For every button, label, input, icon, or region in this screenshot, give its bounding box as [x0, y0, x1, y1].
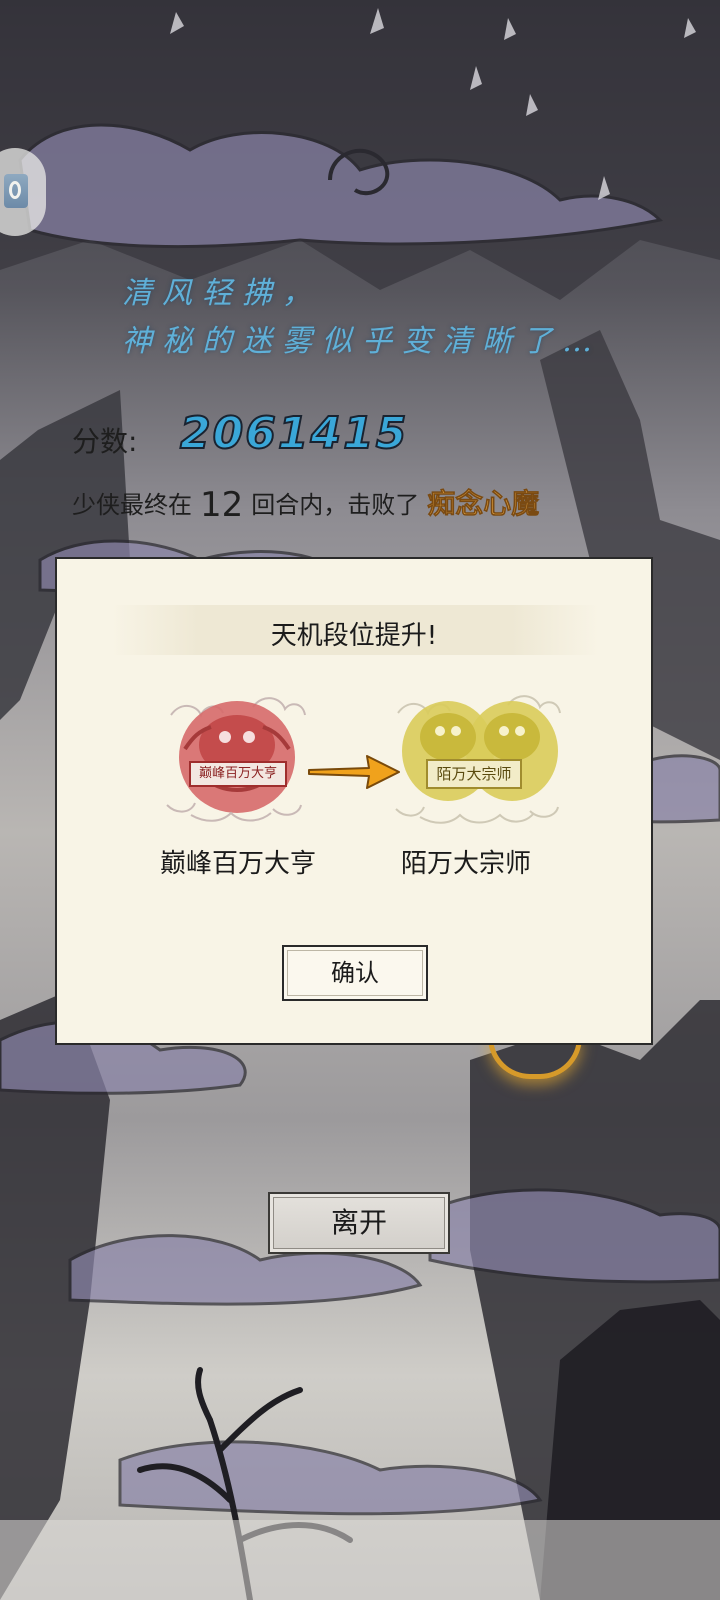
to-rank-plaque: 陌万大宗师 — [426, 759, 522, 789]
rank-up-arrow-icon — [308, 755, 400, 789]
side-menu-badge[interactable] — [0, 148, 46, 236]
to-rank-emblem: 陌万大宗师 — [390, 685, 561, 835]
confirm-button[interactable]: 确认 — [282, 945, 428, 1001]
dialog-title: 天机段位提升! — [270, 621, 438, 651]
poem-line-1: 清风轻拂， — [122, 276, 322, 311]
result-middle: 回合内，击败了 — [251, 491, 420, 519]
score-label: 分数: — [72, 425, 138, 458]
from-rank-name: 巅峰百万大亨 — [159, 849, 316, 879]
rank-up-dialog: 天机段位提升! 巅峰百万大亨 陌万大宗师 巅峰百万大亨 陌万大宗师 确认 — [55, 557, 653, 1045]
round-count: 12 — [200, 485, 244, 525]
battle-result-text: 少侠最终在 12 回合内，击败了 痴念心魔 — [72, 482, 540, 525]
boss-name: 痴念心魔 — [427, 487, 540, 521]
app-logo-icon — [4, 174, 28, 208]
score-value: 2061415 — [179, 407, 409, 460]
red-dragon-emblem-icon — [166, 697, 306, 822]
result-prefix: 少侠最终在 — [72, 491, 192, 519]
poem-line-2: 神秘的迷雾似乎变清晰了… — [122, 324, 602, 359]
from-rank-plaque: 巅峰百万大亨 — [189, 761, 287, 787]
from-rank-emblem: 巅峰百万大亨 — [161, 685, 313, 835]
game-screen: 清风轻拂， 神秘的迷雾似乎变清晰了… 分数: 2061415 少侠最终在 12 回合… — [0, 0, 720, 1600]
leave-button[interactable]: 离开 — [268, 1192, 450, 1254]
to-rank-name: 陌万大宗师 — [400, 849, 531, 879]
